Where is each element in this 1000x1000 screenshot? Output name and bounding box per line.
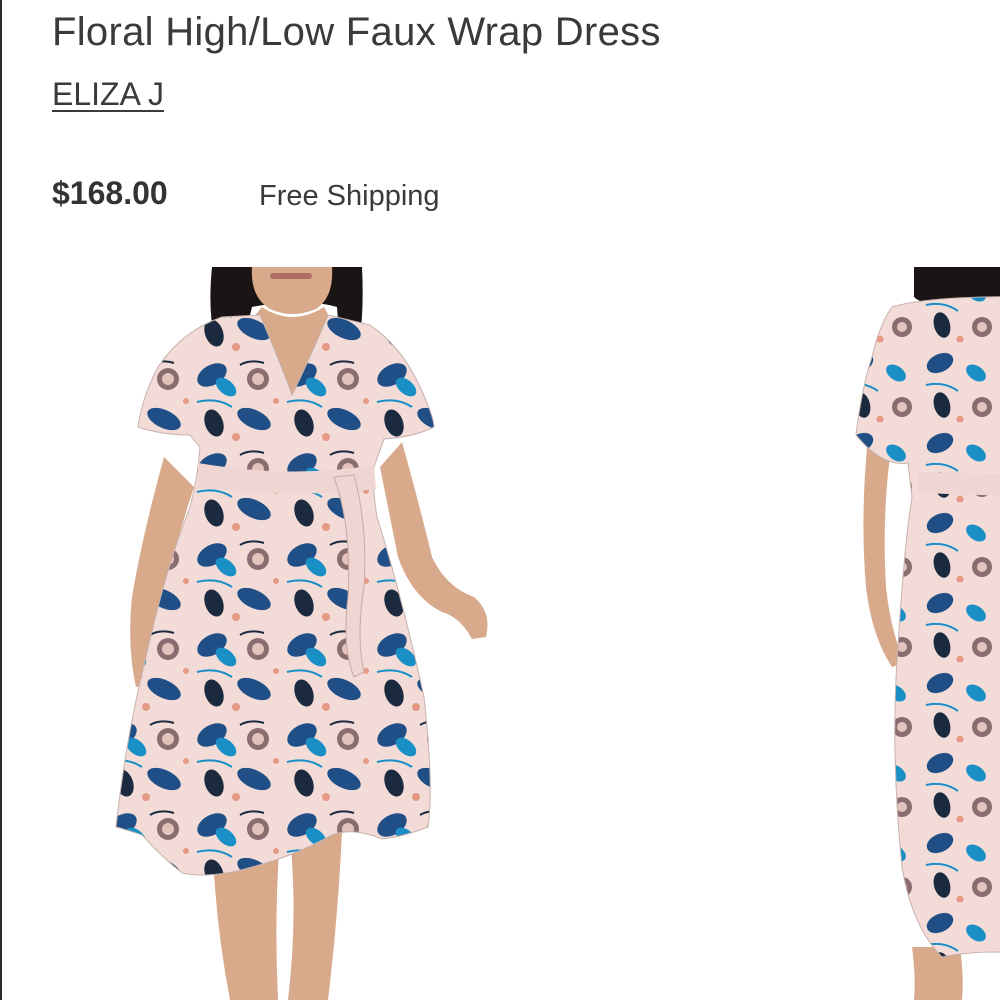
dress-front-illustration <box>115 267 488 1000</box>
product-title: Floral High/Low Faux Wrap Dress <box>52 10 661 54</box>
product-image-side[interactable] <box>842 267 1000 1000</box>
brand-link[interactable]: ELIZA J <box>52 76 164 113</box>
product-image-front[interactable] <box>102 267 502 1000</box>
product-image-carousel[interactable] <box>2 267 1000 1000</box>
product-page: Floral High/Low Faux Wrap Dress ELIZA J … <box>0 0 1000 1000</box>
dress-side-illustration <box>855 267 1000 1000</box>
product-price: $168.00 <box>52 175 168 211</box>
shipping-info: Free Shipping <box>259 180 440 212</box>
